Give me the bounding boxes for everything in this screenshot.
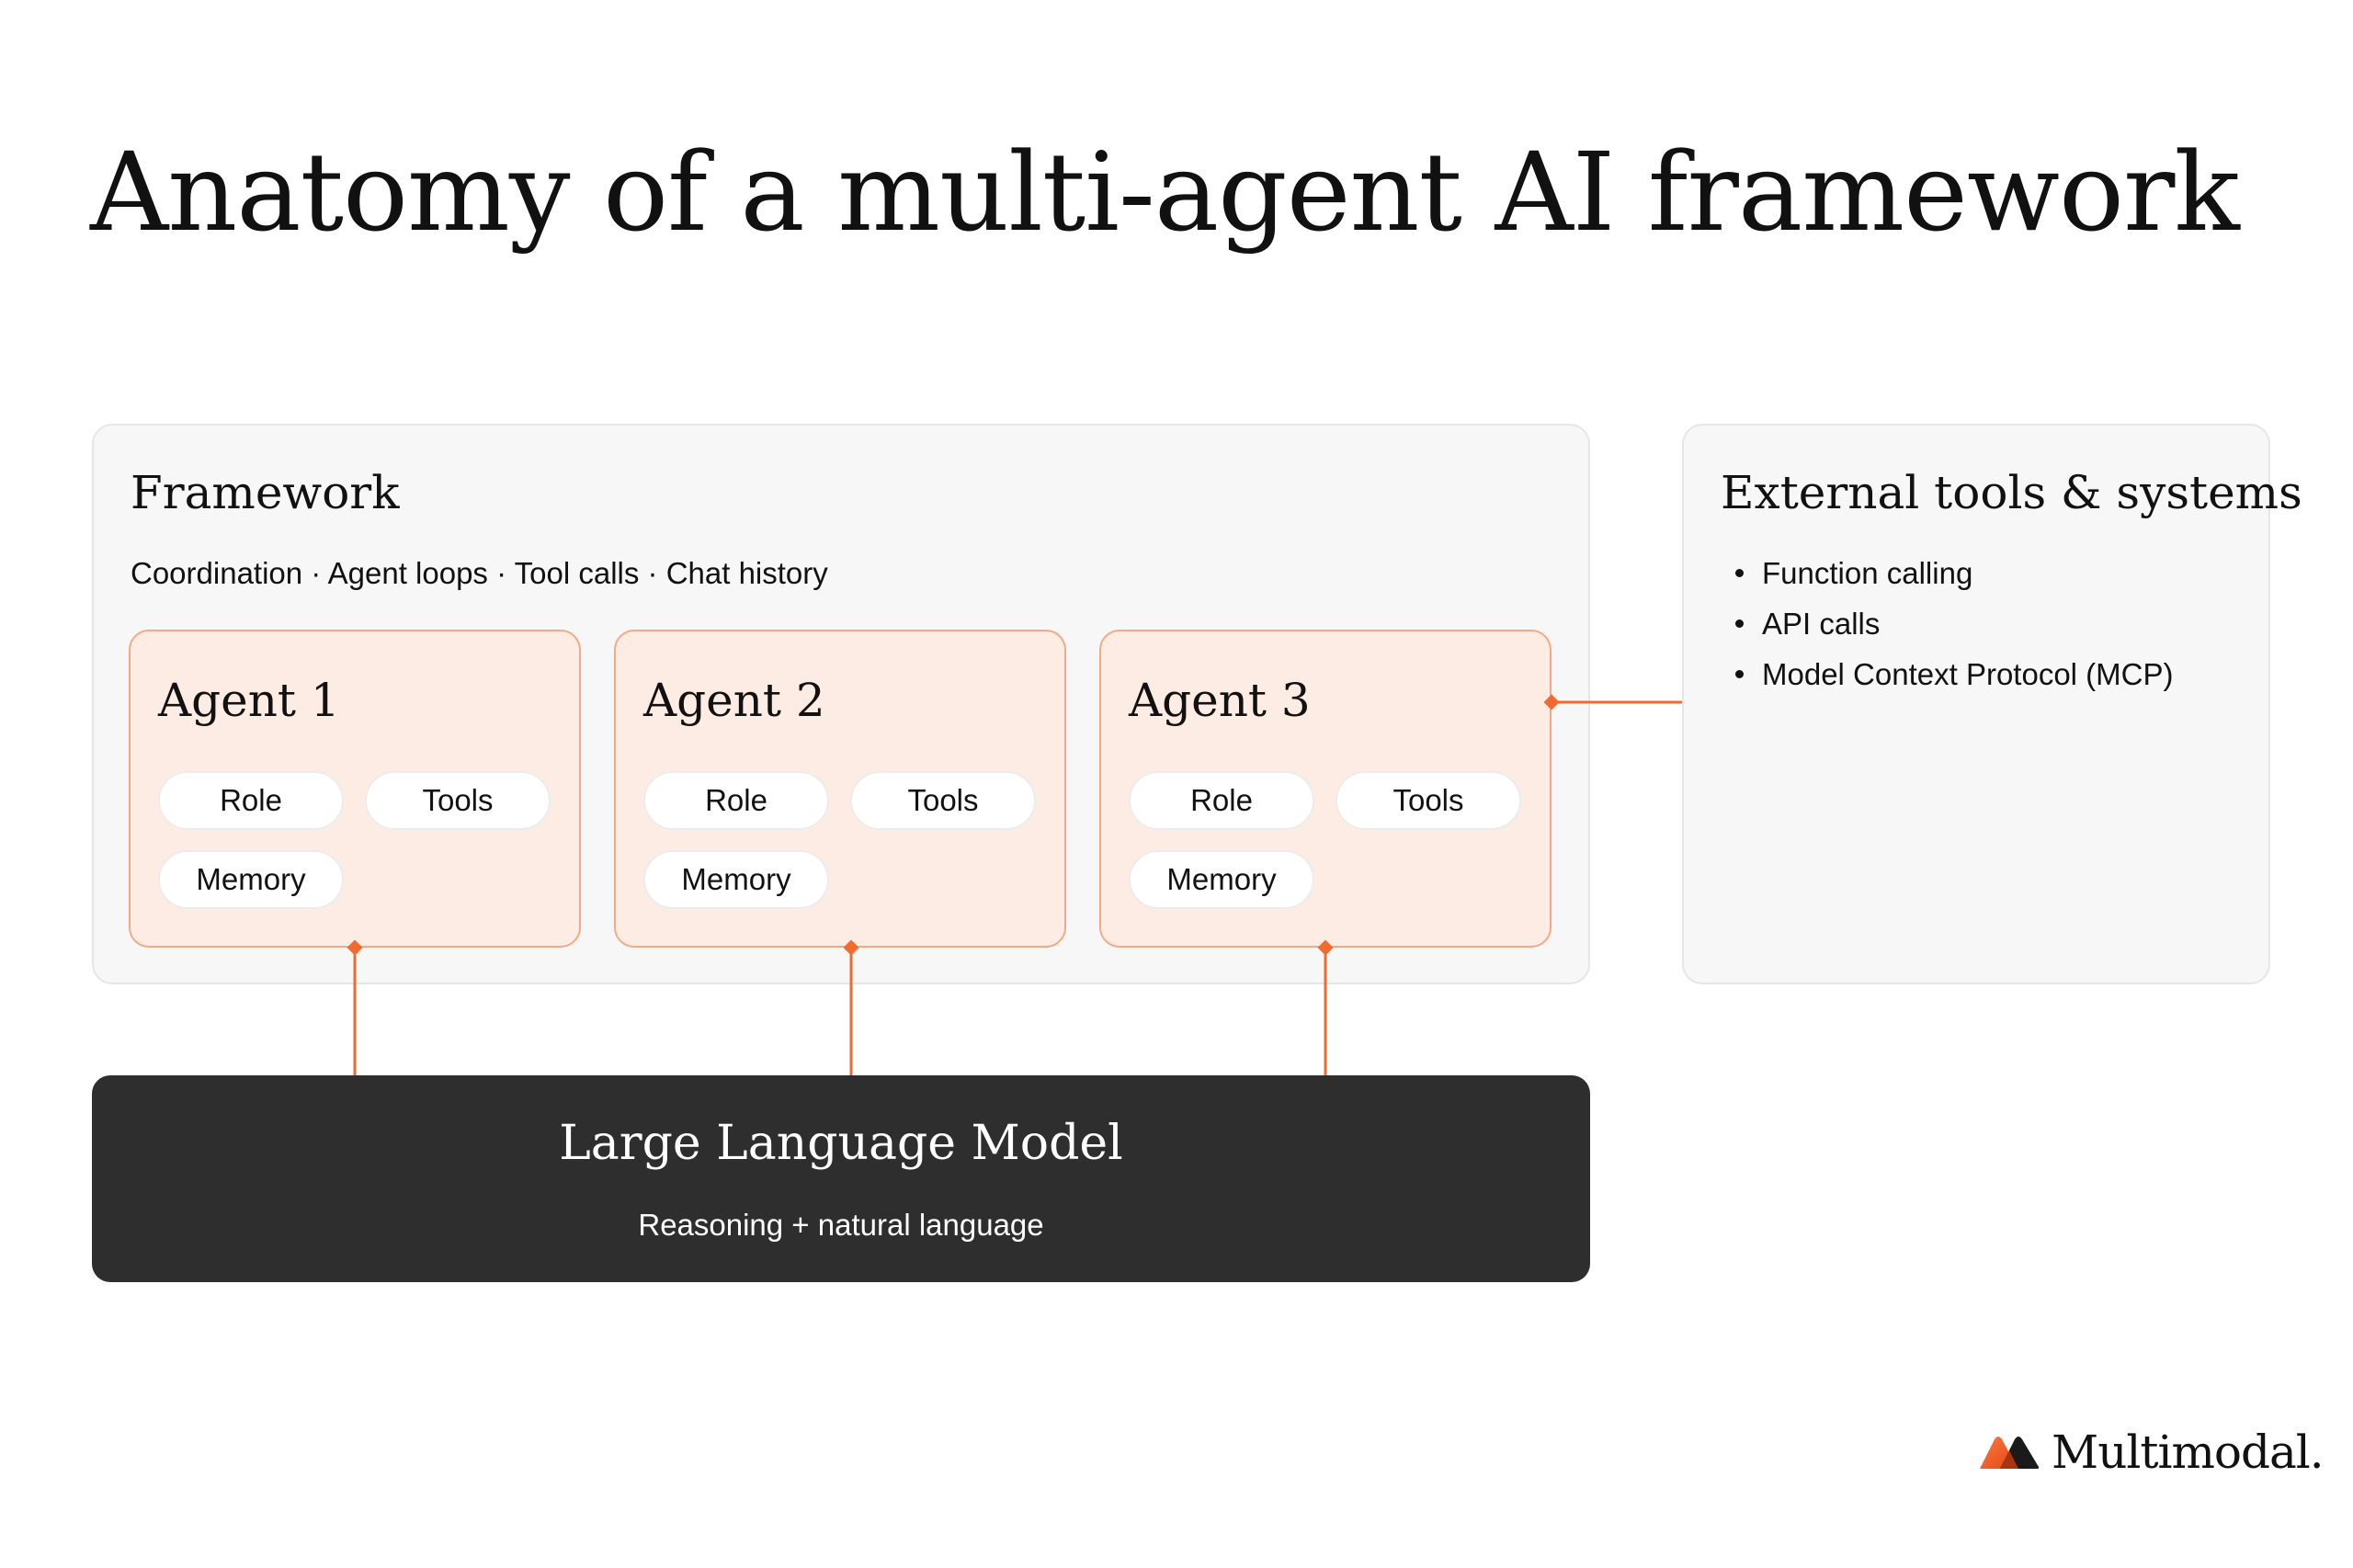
external-tools-panel: External tools & systems Function callin… <box>1682 424 2302 984</box>
llm-subtitle: Reasoning + natural language <box>638 1208 1044 1242</box>
role-pill: Role <box>158 771 344 830</box>
tools-pill: Tools <box>1336 771 1521 830</box>
external-title: External tools & systems <box>1721 466 2302 519</box>
llm-title: Large Language Model <box>559 1116 1123 1171</box>
bullet-icon <box>1735 619 1744 628</box>
page-title: Anatomy of a multi-agent AI framework <box>90 129 2240 256</box>
external-item-label: Function calling <box>1762 556 1973 590</box>
memory-pill: Memory <box>158 850 344 909</box>
external-item-label: Model Context Protocol (MCP) <box>1762 657 2174 691</box>
llm-block: Large Language Model Reasoning + natural… <box>92 1075 1590 1282</box>
agent-title: Agent 1 <box>158 674 340 727</box>
framework-subtitle: Coordination · Agent loops · Tool calls … <box>131 556 828 590</box>
framework-title: Framework <box>131 466 400 519</box>
list-item: Model Context Protocol (MCP) <box>1721 659 2173 689</box>
bullet-icon <box>1735 569 1744 577</box>
brand-logo: Multimodal. <box>1978 1423 2325 1482</box>
list-item: API calls <box>1721 608 2173 639</box>
agent-card-3: Agent 3 Role Tools Memory <box>1099 630 1552 948</box>
multimodal-logo-icon <box>1980 1437 2040 1469</box>
external-item-label: API calls <box>1762 607 1881 641</box>
agent-title: Agent 3 <box>1129 674 1311 727</box>
tools-pill: Tools <box>365 771 551 830</box>
tools-pill: Tools <box>850 771 1036 830</box>
external-tools-list: Function calling API calls Model Context… <box>1721 558 2173 710</box>
role-pill: Role <box>1129 771 1314 830</box>
agent-title: Agent 2 <box>643 674 825 727</box>
memory-pill: Memory <box>1129 850 1314 909</box>
memory-pill: Memory <box>643 850 829 909</box>
agent-card-1: Agent 1 Role Tools Memory <box>129 630 581 948</box>
role-pill: Role <box>643 771 829 830</box>
bullet-icon <box>1735 670 1744 678</box>
agent-card-2: Agent 2 Role Tools Memory <box>614 630 1066 948</box>
list-item: Function calling <box>1721 558 2173 588</box>
brand-name: Multimodal. <box>2052 1426 2325 1479</box>
